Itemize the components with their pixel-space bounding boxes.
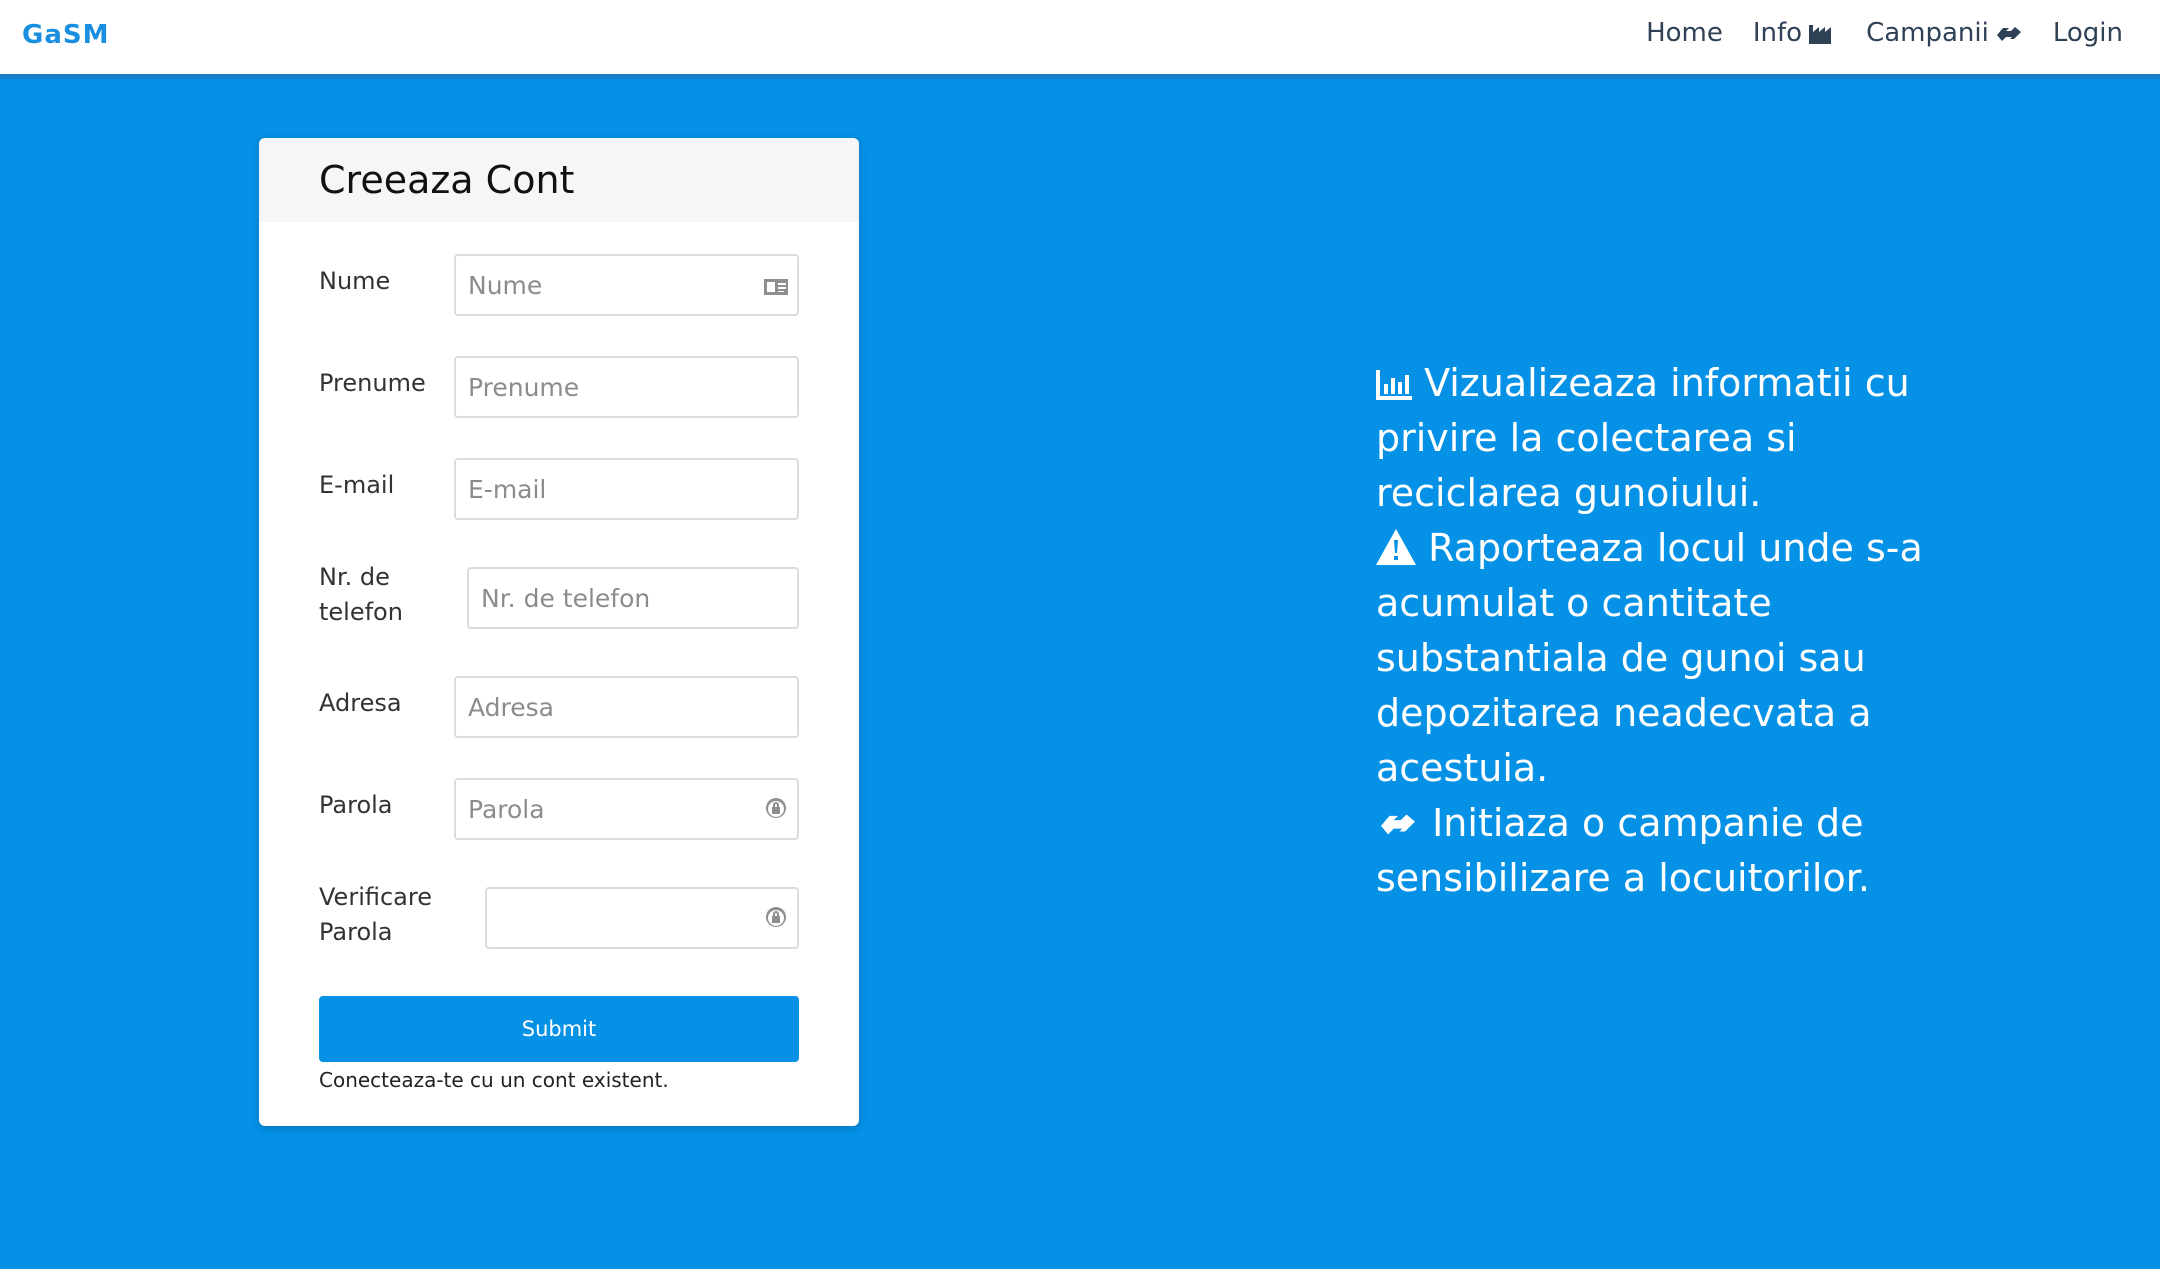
nav-home-label: Home (1646, 18, 1723, 48)
telefon-input[interactable] (467, 567, 799, 629)
submit-button[interactable]: Submit (319, 996, 799, 1062)
nav-login[interactable]: Login (2053, 18, 2123, 48)
label-adresa: Adresa (319, 689, 402, 717)
warning-icon (1376, 529, 1416, 565)
nume-input[interactable] (454, 254, 799, 316)
field-row-adresa: Adresa (319, 676, 799, 742)
nav-home[interactable]: Home (1646, 18, 1723, 48)
industry-icon (1809, 25, 1832, 44)
adresa-input[interactable] (454, 676, 799, 738)
info-item-report: Raporteaza locul unde s-a acumulat o can… (1376, 521, 1936, 796)
info-text-report: Raporteaza locul unde s-a acumulat o can… (1376, 526, 1923, 790)
label-email: E-mail (319, 471, 395, 499)
field-row-parola: Parola (319, 778, 799, 844)
label-nume: Nume (319, 267, 391, 295)
login-existing-link[interactable]: Conecteaza-te cu un cont existent. (319, 1068, 669, 1092)
id-card-icon (763, 274, 789, 300)
label-telefon: Nr. de telefon (319, 563, 403, 626)
nav-campanii-label: Campanii (1866, 18, 1989, 48)
register-card: Creeaza Cont Nume Prenume E-mail Nr. de … (259, 138, 859, 1126)
nav-login-label: Login (2052, 18, 2123, 48)
prenume-input[interactable] (454, 356, 799, 418)
info-item-visualize: Vizualizeaza informatii cu privire la co… (1376, 356, 1936, 521)
email-input[interactable] (454, 458, 799, 520)
label-verificare: Verificare Parola (319, 883, 432, 946)
info-item-campaign: Initiaza o campanie de sensibilizare a l… (1376, 796, 1936, 906)
brand-logo[interactable]: GaSM (22, 20, 109, 50)
nav-info[interactable]: Info (1753, 18, 1836, 48)
lock-icon (763, 905, 789, 931)
chart-bar-icon (1376, 370, 1412, 400)
lock-icon (763, 796, 789, 822)
label-prenume: Prenume (319, 369, 426, 397)
info-text-campaign: Initiaza o campanie de sensibilizare a l… (1376, 801, 1870, 900)
nav-links: Home Info Campanii Login (1646, 18, 2123, 48)
info-panel: Vizualizeaza informatii cu privire la co… (1376, 356, 1936, 906)
field-row-email: E-mail (319, 458, 799, 524)
field-row-nume: Nume (319, 254, 799, 320)
label-parola: Parola (319, 791, 393, 819)
nav-info-label: Info (1752, 18, 1803, 48)
parola-input[interactable] (454, 778, 799, 840)
handshake-icon (1381, 814, 1415, 835)
field-row-prenume: Prenume (319, 356, 799, 422)
field-row-telefon: Nr. de telefon (319, 560, 799, 640)
field-row-verificare: Verificare Parola (319, 880, 799, 960)
nav-campanii[interactable]: Campanii (1866, 18, 2023, 48)
verificare-parola-input[interactable] (485, 887, 799, 949)
info-text-visualize: Vizualizeaza informatii cu privire la co… (1376, 361, 1910, 515)
card-title: Creeaza Cont (259, 138, 859, 222)
navbar: GaSM Home Info Campanii Login (0, 0, 2160, 79)
handshake-icon (1996, 27, 2021, 41)
